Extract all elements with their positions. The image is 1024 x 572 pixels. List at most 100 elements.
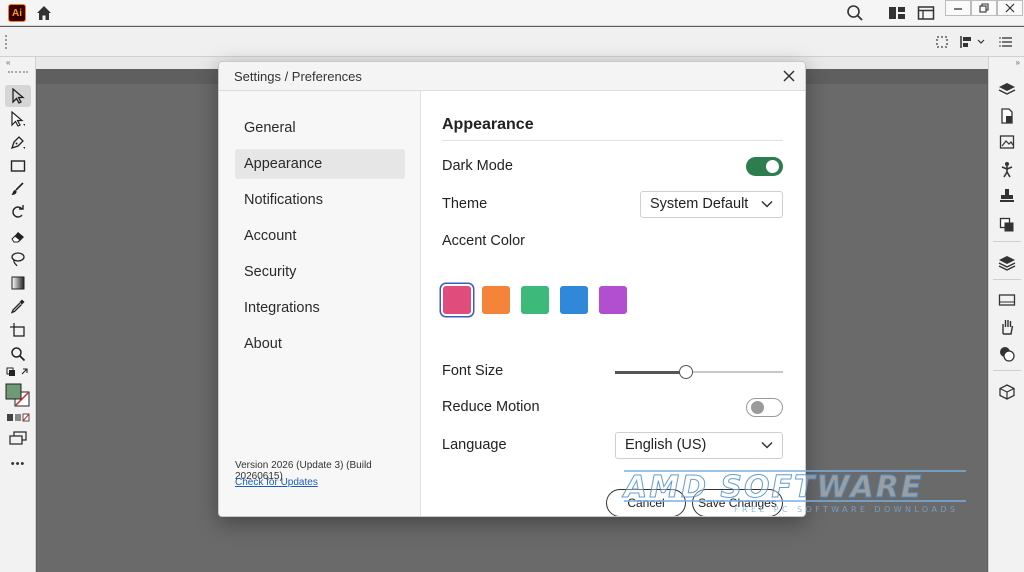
layers-icon xyxy=(998,83,1016,95)
control-bar xyxy=(0,27,1024,57)
section-title: Appearance xyxy=(442,116,534,133)
nav-item-notifications[interactable]: Notifications xyxy=(235,185,405,215)
puppet-warp-button[interactable] xyxy=(997,160,1017,180)
properties-panel-button[interactable] xyxy=(997,106,1017,126)
gradient-tool[interactable] xyxy=(5,272,31,294)
document-icon xyxy=(1001,108,1013,124)
panel-menu-button[interactable] xyxy=(996,32,1016,52)
eyedropper-tool[interactable] xyxy=(5,295,31,317)
minimize-icon xyxy=(954,8,962,10)
dialog-close-button[interactable] xyxy=(781,68,797,84)
rotate-tool[interactable] xyxy=(5,201,31,223)
nav-item-general[interactable]: General xyxy=(235,113,405,143)
search-icon xyxy=(847,5,863,21)
accent-swatch-green[interactable] xyxy=(521,286,549,314)
arrange-icon xyxy=(999,217,1014,232)
arrange-panel-button[interactable] xyxy=(997,215,1017,235)
arrange-documents-button[interactable] xyxy=(916,3,936,23)
check-updates-link[interactable]: Check for Updates xyxy=(235,477,318,488)
image-panel-button[interactable] xyxy=(997,132,1017,152)
collapse-tools-button[interactable]: « xyxy=(6,58,10,67)
toggle-knob xyxy=(751,401,764,414)
nav-item-integrations[interactable]: Integrations xyxy=(235,293,405,323)
cube-icon xyxy=(999,384,1015,400)
window-close-button[interactable] xyxy=(997,0,1023,16)
panel-separator xyxy=(993,279,1021,280)
selection-arrow-icon xyxy=(12,88,25,104)
align-dropdown[interactable] xyxy=(956,32,988,52)
color-mode-icon xyxy=(7,413,30,422)
restore-button[interactable] xyxy=(971,0,997,16)
direct-selection-icon xyxy=(11,111,25,127)
symbols-panel-button[interactable] xyxy=(997,186,1017,206)
search-button[interactable] xyxy=(845,3,865,23)
transform-icon xyxy=(936,36,948,48)
selection-tool[interactable] xyxy=(5,85,31,107)
rectangle-tool[interactable] xyxy=(5,155,31,177)
rectangle-outline-icon xyxy=(998,294,1016,306)
home-button[interactable] xyxy=(34,3,54,23)
language-select-value: English (US) xyxy=(625,437,707,453)
settings-nav: General Appearance Notifications Account… xyxy=(219,91,421,516)
default-colors-control[interactable] xyxy=(5,366,31,380)
3d-panel-button[interactable] xyxy=(997,382,1017,402)
theme-label: Theme xyxy=(442,196,488,212)
theme-select[interactable]: System Default xyxy=(640,191,783,218)
save-changes-button[interactable]: Save Changes xyxy=(692,489,783,516)
fill-stroke-icon xyxy=(5,383,30,407)
shapes-icon xyxy=(1000,347,1015,362)
nav-item-about[interactable]: About xyxy=(235,329,405,359)
font-size-slider[interactable] xyxy=(615,365,783,379)
screen-mode-control[interactable] xyxy=(5,427,31,449)
glove-icon xyxy=(1002,320,1014,335)
cancel-button[interactable]: Cancel xyxy=(606,489,686,516)
more-tools-button[interactable]: ••• xyxy=(5,453,31,475)
nav-item-account[interactable]: Account xyxy=(235,221,405,251)
pen-tool[interactable] xyxy=(5,131,31,153)
lasso-tool[interactable] xyxy=(5,248,31,270)
puppet-icon xyxy=(1001,162,1013,178)
accent-swatch-pink[interactable] xyxy=(443,286,471,314)
direct-selection-tool[interactable] xyxy=(5,108,31,130)
control-bar-grip[interactable] xyxy=(5,35,9,49)
accent-swatch-purple[interactable] xyxy=(599,286,627,314)
artboard-tool[interactable] xyxy=(5,319,31,341)
zoom-tool[interactable] xyxy=(5,343,31,365)
slider-fill xyxy=(615,370,686,374)
reduce-motion-toggle[interactable] xyxy=(746,398,783,417)
layers-stack-button[interactable] xyxy=(997,253,1017,273)
pathfinder-panel-button[interactable] xyxy=(997,344,1017,364)
eraser-tool[interactable] xyxy=(5,225,31,247)
dialog-header: Settings / Preferences xyxy=(219,62,805,91)
stamp-icon xyxy=(1000,189,1014,202)
app-logo: Ai xyxy=(8,4,26,22)
artboards-panel-button[interactable] xyxy=(997,290,1017,310)
appearance-settings: Appearance Dark Mode Theme System Defaul… xyxy=(422,91,805,516)
workspace-button[interactable] xyxy=(887,3,907,23)
nav-item-security[interactable]: Security xyxy=(235,257,405,287)
paintbrush-tool[interactable] xyxy=(5,178,31,200)
slider-thumb[interactable] xyxy=(678,365,693,379)
nav-item-appearance[interactable]: Appearance xyxy=(235,149,405,179)
dark-mode-toggle[interactable] xyxy=(746,157,783,176)
fill-stroke-control[interactable] xyxy=(5,383,31,409)
collapse-panels-button[interactable]: » xyxy=(1016,58,1020,67)
accent-swatch-orange[interactable] xyxy=(482,286,510,314)
rectangle-icon xyxy=(10,160,26,172)
tools-panel-grip[interactable] xyxy=(8,71,28,73)
restore-icon xyxy=(979,3,989,13)
color-mode-control[interactable] xyxy=(5,412,31,424)
toggle-knob xyxy=(766,160,779,173)
transform-button[interactable] xyxy=(932,32,952,52)
paintbrush-icon xyxy=(11,182,24,195)
layers-panel-button[interactable] xyxy=(997,79,1017,99)
chevron-down-icon xyxy=(761,200,773,208)
accent-swatch-blue[interactable] xyxy=(560,286,588,314)
eyedropper-icon xyxy=(10,299,25,314)
touch-panel-button[interactable] xyxy=(997,317,1017,337)
language-select[interactable]: English (US) xyxy=(615,432,783,459)
section-divider xyxy=(442,140,783,141)
panel-separator xyxy=(993,370,1021,371)
minimize-button[interactable] xyxy=(945,0,971,16)
swap-colors-icon xyxy=(6,367,28,376)
